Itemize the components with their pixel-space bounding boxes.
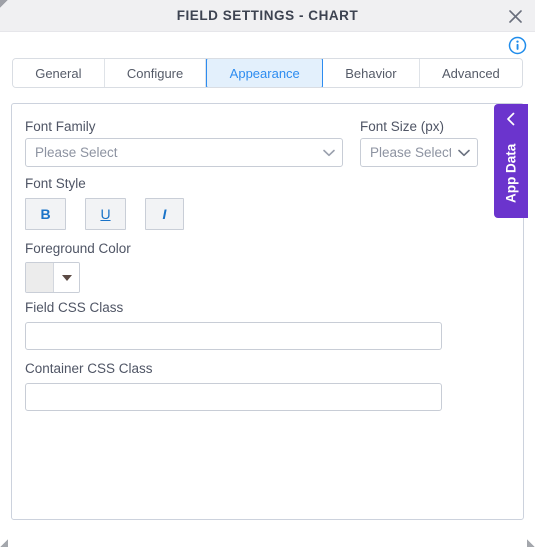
tab-label: Advanced: [441, 65, 500, 81]
chevron-down-icon: [316, 149, 342, 157]
tab-label: Configure: [126, 65, 184, 81]
tab-general[interactable]: General: [13, 59, 105, 87]
tab-appearance[interactable]: Appearance: [206, 59, 324, 87]
dialog-titlebar: FIELD SETTINGS - CHART: [0, 0, 535, 32]
field-css-class-label: Field CSS Class: [25, 300, 124, 315]
tab-label: Appearance: [229, 65, 300, 81]
tab-label: General: [35, 65, 82, 81]
close-icon: [508, 9, 522, 23]
color-swatch: [26, 263, 54, 292]
tab-configure[interactable]: Configure: [104, 59, 207, 87]
container-css-class-input[interactable]: [25, 383, 442, 411]
tab-behavior[interactable]: Behavior: [323, 59, 420, 87]
dialog-title: FIELD SETTINGS - CHART: [176, 8, 359, 23]
font-style-label: Font Style: [25, 176, 86, 191]
font-family-label: Font Family: [25, 119, 96, 134]
tab-advanced[interactable]: Advanced: [419, 59, 522, 87]
triangle-down-icon: [54, 263, 79, 292]
app-data-label: App Data: [503, 143, 519, 203]
underline-button[interactable]: U: [85, 198, 126, 230]
info-button[interactable]: [508, 36, 527, 55]
font-size-select[interactable]: Please Select: [360, 138, 478, 167]
bold-label: B: [40, 206, 51, 222]
info-icon: [508, 36, 527, 55]
app-data-panel-toggle[interactable]: App Data: [494, 104, 528, 218]
foreground-color-label: Foreground Color: [25, 241, 131, 256]
chevron-down-icon: [451, 149, 477, 157]
underline-label: U: [100, 206, 111, 222]
settings-tabbar: General Configure Appearance Behavior Ad…: [12, 58, 523, 88]
chevron-left-icon: [494, 111, 528, 127]
font-family-select[interactable]: Please Select: [25, 138, 343, 167]
foreground-color-picker[interactable]: [25, 262, 80, 293]
corner-artifact-bottom-left: [0, 539, 8, 547]
tab-label: Behavior: [345, 65, 397, 81]
close-button[interactable]: [503, 4, 527, 28]
bold-button[interactable]: B: [25, 198, 66, 230]
font-size-value: Please Select: [370, 145, 451, 160]
corner-artifact-bottom-right: [527, 539, 535, 547]
container-css-class-label: Container CSS Class: [25, 361, 153, 376]
font-family-value: Please Select: [35, 145, 118, 160]
italic-label: I: [162, 206, 167, 222]
field-css-class-input[interactable]: [25, 322, 442, 350]
italic-button[interactable]: I: [145, 198, 184, 230]
font-size-label: Font Size (px): [360, 119, 445, 134]
